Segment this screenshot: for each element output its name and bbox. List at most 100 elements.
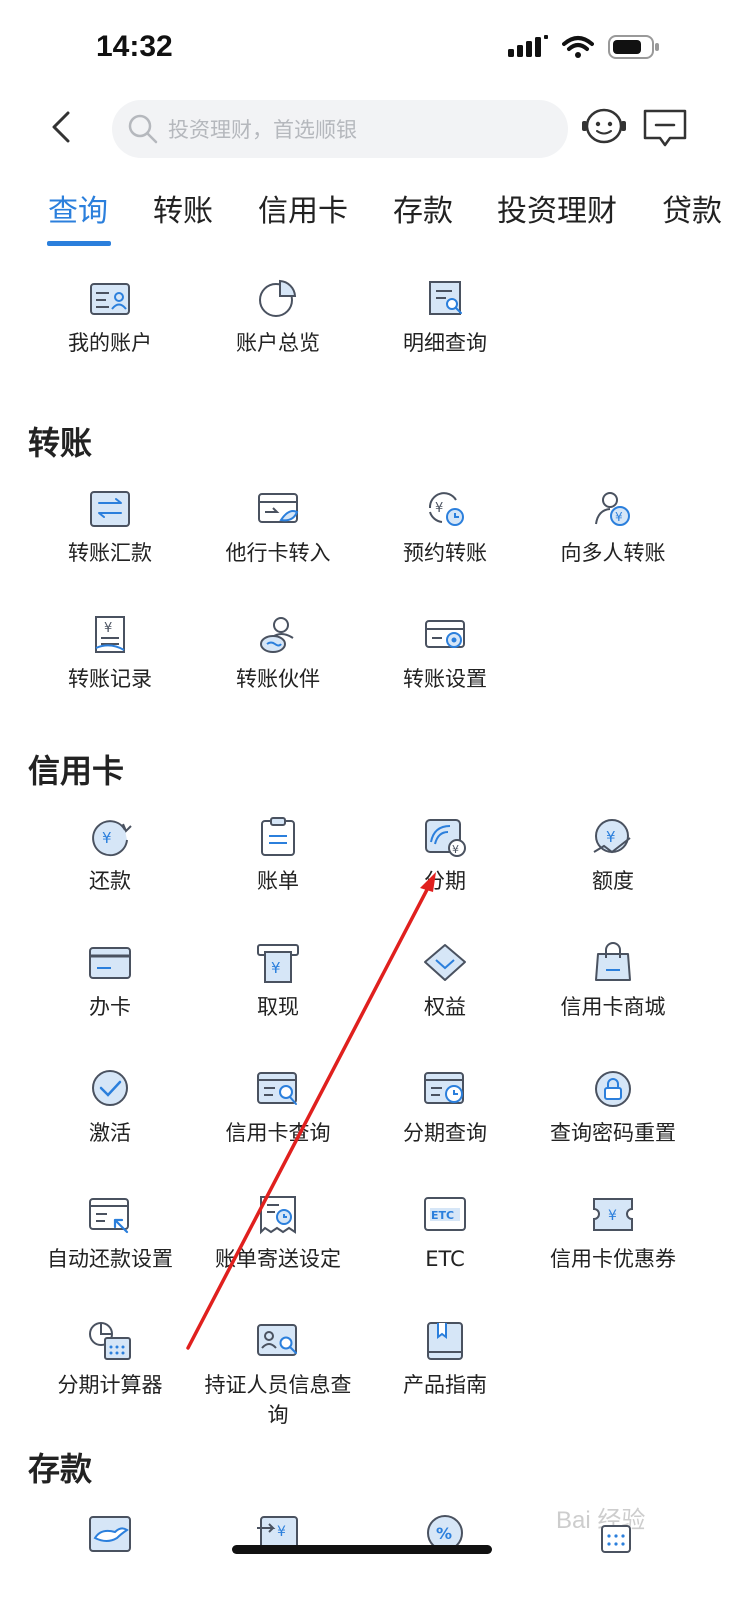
id-holder-query-button[interactable]: 持证人员信息查询 <box>194 1320 362 1430</box>
bill-icon <box>261 817 295 856</box>
etc-icon: ETC <box>424 1197 466 1231</box>
password-reset-icon <box>595 1071 631 1107</box>
whale-icon <box>89 1516 131 1552</box>
transfer-icon <box>90 491 130 527</box>
svg-text:¥: ¥ <box>615 510 623 524</box>
tab-investment[interactable]: 投资理财 <box>497 186 617 230</box>
installment-button[interactable]: ¥ 分期 <box>361 816 529 896</box>
item-label: 账单 <box>257 869 299 893</box>
item-label: 向多人转账 <box>560 541 666 565</box>
cash-icon: ¥ <box>257 944 299 983</box>
status-time: 14:32 <box>96 30 173 63</box>
credit-mall-button[interactable]: 信用卡商城 <box>529 942 697 1022</box>
back-arrow-icon[interactable] <box>46 110 80 144</box>
installment-calculator-button[interactable]: 分期计算器 <box>26 1320 194 1400</box>
item-label: 自动还款设置 <box>47 1247 173 1271</box>
bill-delivery-setting-button[interactable]: 账单寄送设定 <box>194 1194 362 1274</box>
message-icon[interactable] <box>642 108 688 150</box>
item-label: 转账汇款 <box>68 541 152 565</box>
installment-query-button[interactable]: 分期查询 <box>361 1068 529 1148</box>
detail-search-icon <box>429 281 462 315</box>
partner-icon <box>260 617 294 653</box>
item-label: 激活 <box>89 1121 131 1145</box>
search-icon <box>128 114 158 144</box>
id-search-icon <box>257 1324 297 1356</box>
product-guide-button[interactable]: 产品指南 <box>361 1320 529 1400</box>
activate-button[interactable]: 激活 <box>26 1068 194 1148</box>
item-label: 分期查询 <box>403 1121 487 1145</box>
installment-icon: ¥ <box>425 819 466 857</box>
apply-card-button[interactable]: 办卡 <box>26 942 194 1022</box>
account-icon <box>90 283 130 315</box>
status-bar: 14:32 <box>0 0 738 92</box>
guide-icon <box>427 1322 463 1360</box>
tab-query[interactable]: 查询 <box>48 186 108 230</box>
account-overview-button[interactable]: 账户总览 <box>194 278 362 358</box>
etc-button[interactable]: ETC ETC <box>361 1194 529 1274</box>
installment-search-icon <box>424 1072 464 1104</box>
item-label: 分期计算器 <box>57 1373 163 1397</box>
search-bar[interactable]: 投资理财，首选顺银 <box>112 100 568 158</box>
credit-card-query-button[interactable]: 信用卡查询 <box>194 1068 362 1148</box>
cellular-signal-icon <box>508 35 548 57</box>
item-label: 信用卡优惠券 <box>550 1247 676 1271</box>
item-label: 权益 <box>424 995 466 1019</box>
transfer-record-button[interactable]: ¥ 转账记录 <box>26 614 194 694</box>
svg-text:¥: ¥ <box>104 621 112 636</box>
svg-text:¥: ¥ <box>102 829 112 847</box>
item-label: 转账记录 <box>68 667 152 691</box>
scheduled-transfer-icon: ¥ <box>428 492 464 526</box>
benefits-button[interactable]: 权益 <box>361 942 529 1022</box>
item-label: 信用卡查询 <box>225 1121 331 1145</box>
transfer-partner-button[interactable]: 转账伙伴 <box>194 614 362 694</box>
tab-transfer[interactable]: 转账 <box>153 186 213 230</box>
tab-credit-card[interactable]: 信用卡 <box>258 186 348 230</box>
password-reset-button[interactable]: 查询密码重置 <box>529 1068 697 1148</box>
svg-text:¥: ¥ <box>452 843 459 856</box>
coupon-icon: ¥ <box>593 1198 633 1231</box>
battery-icon <box>608 35 659 59</box>
item-label: 持证人员信息查询 <box>204 1373 352 1427</box>
bill-button[interactable]: 账单 <box>194 816 362 896</box>
repay-button[interactable]: ¥ 还款 <box>26 816 194 896</box>
card-in-icon <box>258 493 299 523</box>
item-label: 查询密码重置 <box>550 1121 676 1145</box>
item-label: 产品指南 <box>403 1373 487 1397</box>
section-title-deposit: 存款 <box>28 1450 93 1488</box>
other-bank-in-button[interactable]: 他行卡转入 <box>194 488 362 568</box>
record-icon: ¥ <box>95 616 125 653</box>
multi-transfer-icon: ¥ <box>595 492 630 526</box>
item-label: 取现 <box>257 995 299 1019</box>
tab-deposit[interactable]: 存款 <box>393 186 453 230</box>
shopping-bag-icon <box>595 942 631 981</box>
category-tabs: 查询 转账 信用卡 存款 投资理财 贷款 <box>0 186 738 250</box>
pie-chart-icon <box>259 279 297 317</box>
scheduled-transfer-button[interactable]: ¥ 预约转账 <box>361 488 529 568</box>
cash-withdraw-button[interactable]: ¥ 取现 <box>194 942 362 1022</box>
svg-text:%: % <box>436 1524 452 1543</box>
item-label: ETC <box>425 1247 465 1271</box>
svg-text:¥: ¥ <box>277 1524 286 1540</box>
multi-transfer-button[interactable]: ¥ 向多人转账 <box>529 488 697 568</box>
item-label: 账户总览 <box>236 331 320 355</box>
item-label: 还款 <box>89 869 131 893</box>
assistant-robot-icon[interactable] <box>580 104 628 148</box>
limit-button[interactable]: ¥ 额度 <box>529 816 697 896</box>
detail-query-button[interactable]: 明细查询 <box>361 278 529 358</box>
tab-loan[interactable]: 贷款 <box>662 186 722 230</box>
svg-text:¥: ¥ <box>608 1208 617 1224</box>
auto-repay-setting-button[interactable]: 自动还款设置 <box>26 1194 194 1274</box>
item-label: 信用卡商城 <box>560 995 666 1019</box>
my-account-button[interactable]: 我的账户 <box>26 278 194 358</box>
item-label: 转账设置 <box>403 667 487 691</box>
item-label: 转账伙伴 <box>236 667 320 691</box>
coupon-button[interactable]: ¥ 信用卡优惠券 <box>529 1194 697 1274</box>
card-search-icon <box>257 1072 297 1105</box>
search-placeholder: 投资理财，首选顺银 <box>168 118 357 142</box>
svg-text:¥: ¥ <box>435 501 443 516</box>
section-title-transfer: 转账 <box>28 424 93 462</box>
transfer-settings-button[interactable]: 转账设置 <box>361 614 529 694</box>
transfer-remit-button[interactable]: 转账汇款 <box>26 488 194 568</box>
svg-text:¥: ¥ <box>271 959 281 977</box>
deposit-item-1[interactable] <box>26 1512 194 1554</box>
